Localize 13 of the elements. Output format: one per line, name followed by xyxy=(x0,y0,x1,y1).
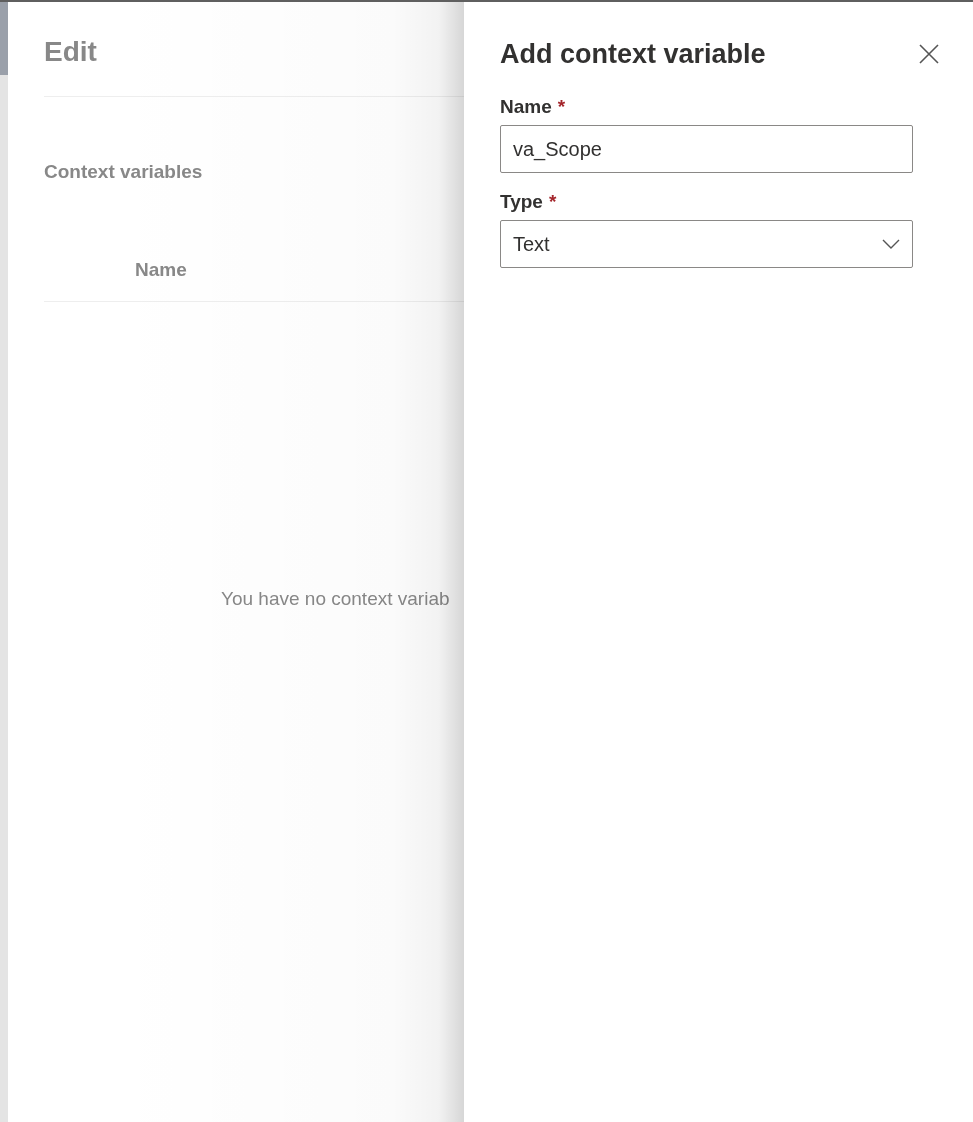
section-title: Context variables xyxy=(44,161,203,183)
empty-message: You have no context variab xyxy=(221,588,450,610)
dialog-title: Edit xyxy=(44,35,98,69)
panel-title: Add context variable xyxy=(500,38,766,70)
field-label: Name xyxy=(500,96,552,118)
name-field[interactable]: va_Scope xyxy=(500,125,913,173)
type-dropdown[interactable]: Text xyxy=(500,220,913,268)
required-mark: * xyxy=(548,191,557,213)
chevron-down-icon xyxy=(882,239,900,249)
field-label: Type xyxy=(500,191,543,213)
column-header: Name xyxy=(135,259,187,281)
close-icon[interactable] xyxy=(919,44,939,64)
required-mark: * xyxy=(557,96,566,118)
